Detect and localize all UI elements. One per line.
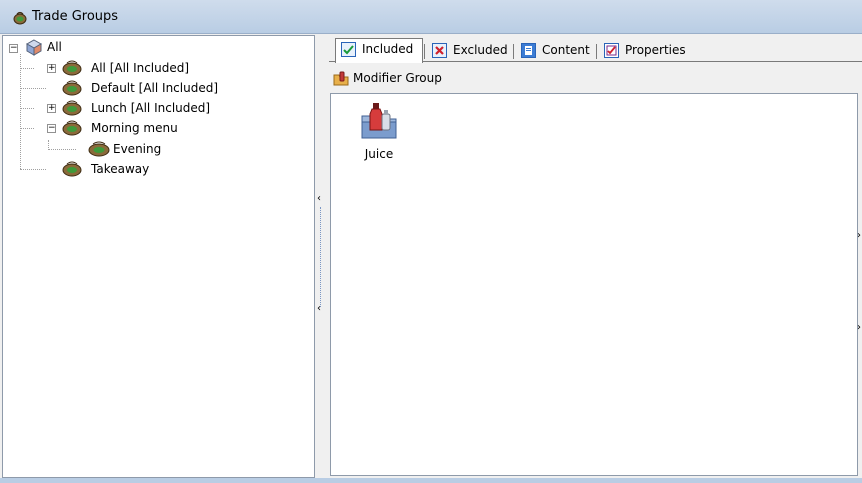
tree-node-label: Evening bbox=[113, 142, 162, 156]
bottle-folder-icon bbox=[359, 103, 399, 145]
x-icon bbox=[432, 43, 447, 58]
trade-group-icon bbox=[61, 160, 83, 181]
tab-label: Properties bbox=[625, 43, 686, 57]
tab-strip: Included Excluded Content Properties bbox=[329, 38, 862, 63]
tree-node-evening[interactable]: Evening bbox=[3, 139, 203, 157]
window-title: Trade Groups bbox=[32, 9, 119, 24]
check-icon bbox=[341, 42, 356, 57]
pane-splitter[interactable]: ‹ ‹ bbox=[316, 35, 326, 478]
expand-icon[interactable]: + bbox=[47, 64, 56, 73]
collapse-left-arrow-icon[interactable]: ‹ bbox=[317, 303, 321, 314]
expand-right-arrow-icon[interactable]: › bbox=[857, 230, 861, 241]
trade-group-icon bbox=[61, 79, 83, 100]
tree-node-lunch[interactable]: + Lunch [All Included] bbox=[3, 99, 233, 117]
collapse-icon[interactable]: − bbox=[47, 124, 56, 133]
tab-separator bbox=[513, 44, 514, 59]
trade-group-icon bbox=[61, 99, 83, 120]
tab-separator bbox=[596, 44, 597, 59]
tab-label: Content bbox=[542, 43, 590, 57]
tree-node-morning-menu[interactable]: − Morning menu bbox=[3, 119, 203, 137]
tree-node-takeaway[interactable]: Takeaway bbox=[3, 160, 203, 178]
breadcrumb: Modifier Group bbox=[329, 68, 862, 90]
tree-node-default[interactable]: Default [All Included] bbox=[3, 79, 233, 97]
splitter-grip[interactable] bbox=[320, 207, 321, 307]
window-bottom-border bbox=[0, 478, 862, 483]
trade-group-icon bbox=[61, 119, 83, 140]
tab-content[interactable]: Content bbox=[516, 40, 596, 62]
tab-properties[interactable]: Properties bbox=[599, 40, 699, 62]
modifier-group-icon bbox=[333, 71, 349, 90]
breadcrumb-label: Modifier Group bbox=[353, 71, 442, 85]
content-panel: Juice bbox=[330, 93, 858, 476]
tree-node-label: Lunch [All Included] bbox=[91, 101, 211, 115]
content-item-juice[interactable]: Juice bbox=[353, 102, 405, 161]
content-icon bbox=[521, 43, 536, 58]
tab-included[interactable]: Included bbox=[335, 38, 423, 63]
expand-right-arrow-icon[interactable]: › bbox=[857, 322, 861, 333]
tree-node-all-included[interactable]: + All [All Included] bbox=[3, 59, 223, 77]
tree-node-label: Morning menu bbox=[91, 121, 178, 135]
tree-node-label: All bbox=[47, 40, 62, 54]
expand-icon[interactable]: + bbox=[47, 104, 56, 113]
collapse-left-arrow-icon[interactable]: ‹ bbox=[317, 193, 321, 204]
trade-group-icon bbox=[61, 59, 83, 80]
cube-icon bbox=[25, 38, 43, 59]
tab-excluded[interactable]: Excluded bbox=[427, 40, 513, 62]
tree-node-label: All [All Included] bbox=[91, 61, 190, 75]
trade-group-icon bbox=[12, 10, 28, 29]
tab-label: Excluded bbox=[453, 43, 508, 57]
trade-group-tree[interactable]: − All + All [All Included] Default [All … bbox=[2, 35, 315, 478]
tree-node-label: Default [All Included] bbox=[91, 81, 219, 95]
tab-label: Included bbox=[362, 42, 414, 56]
collapse-icon[interactable]: − bbox=[9, 44, 18, 53]
tree-node-label: Takeaway bbox=[91, 162, 150, 176]
content-item-label: Juice bbox=[364, 147, 394, 161]
trade-group-icon bbox=[87, 140, 111, 161]
properties-icon bbox=[604, 43, 619, 58]
tab-separator bbox=[424, 44, 425, 59]
tree-node-all[interactable]: − All bbox=[3, 38, 123, 56]
title-bar: Trade Groups bbox=[0, 0, 862, 34]
